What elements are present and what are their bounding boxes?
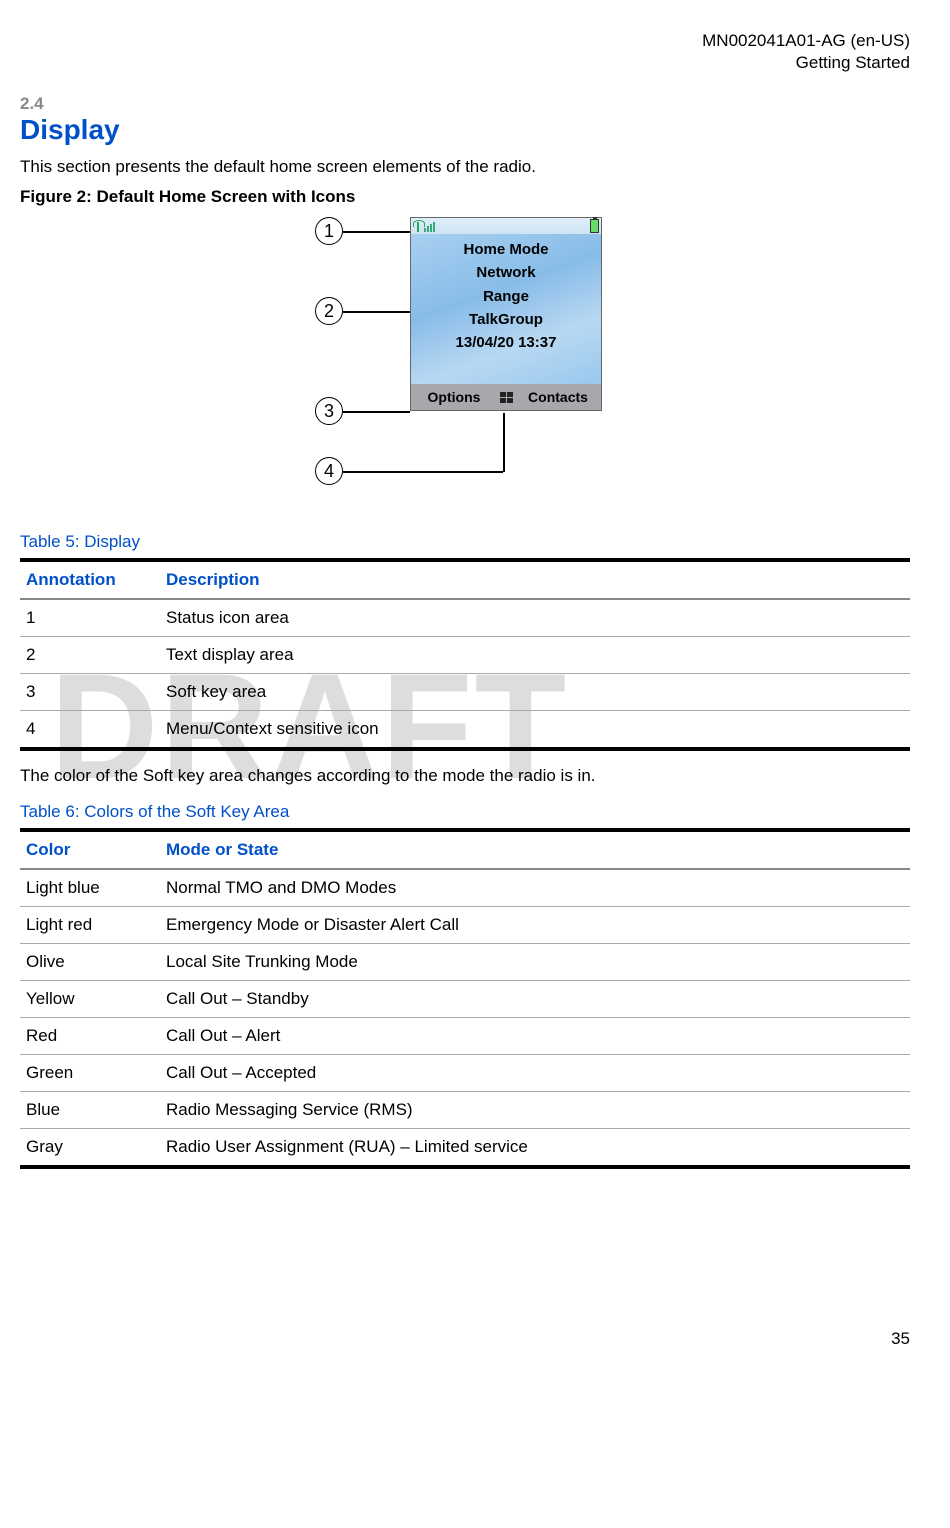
table-row: Light blueNormal TMO and DMO Modes xyxy=(20,869,910,907)
table-row: Light redEmergency Mode or Disaster Aler… xyxy=(20,907,910,944)
table-cell: Emergency Mode or Disaster Alert Call xyxy=(160,907,910,944)
soft-key-left: Options xyxy=(411,389,497,405)
leader-line xyxy=(503,413,505,472)
table-cell: 1 xyxy=(20,599,160,637)
table-row: 4Menu/Context sensitive icon xyxy=(20,711,910,750)
table-cell: Blue xyxy=(20,1092,160,1129)
datetime-label: 13/04/20 13:37 xyxy=(456,331,557,354)
table-row: 1Status icon area xyxy=(20,599,910,637)
callout-4: 4 xyxy=(315,457,343,485)
table-cell: Yellow xyxy=(20,981,160,1018)
leader-line xyxy=(343,311,410,313)
menu-icon xyxy=(497,390,515,404)
table-header: Annotation xyxy=(20,560,160,599)
leader-line xyxy=(343,411,410,413)
table-row: 2Text display area xyxy=(20,637,910,674)
table-row: GrayRadio User Assignment (RUA) – Limite… xyxy=(20,1129,910,1168)
doc-id: MN002041A01-AG (en-US) xyxy=(20,30,910,52)
table-row: GreenCall Out – Accepted xyxy=(20,1055,910,1092)
table-cell: Status icon area xyxy=(160,599,910,637)
status-bar xyxy=(411,218,601,234)
table-cell: Call Out – Alert xyxy=(160,1018,910,1055)
table-cell: Soft key area xyxy=(160,674,910,711)
table-row: OliveLocal Site Trunking Mode xyxy=(20,944,910,981)
table-row: YellowCall Out – Standby xyxy=(20,981,910,1018)
soft-key-right: Contacts xyxy=(515,389,601,405)
figure-caption: Figure 2: Default Home Screen with Icons xyxy=(20,187,910,207)
page-header: MN002041A01-AG (en-US) Getting Started xyxy=(20,30,910,74)
page-number: 35 xyxy=(20,1329,910,1349)
table-5-title: Table 5: Display xyxy=(20,532,910,552)
table-6-title: Table 6: Colors of the Soft Key Area xyxy=(20,802,910,822)
signal-icon xyxy=(413,220,435,232)
table-row: BlueRadio Messaging Service (RMS) xyxy=(20,1092,910,1129)
table-cell: Radio Messaging Service (RMS) xyxy=(160,1092,910,1129)
leader-line xyxy=(343,471,503,473)
figure-2: 1 2 3 4 xyxy=(20,217,910,507)
table-header: Description xyxy=(160,560,910,599)
table-header: Color xyxy=(20,830,160,869)
table-cell: Call Out – Accepted xyxy=(160,1055,910,1092)
table-cell: Text display area xyxy=(160,637,910,674)
battery-icon xyxy=(590,219,599,233)
table-5: Annotation Description 1Status icon area… xyxy=(20,558,910,751)
table-cell: 3 xyxy=(20,674,160,711)
range-label: Range xyxy=(483,285,529,308)
table-row: 3Soft key area xyxy=(20,674,910,711)
network-label: Network xyxy=(476,261,535,284)
table-cell: Menu/Context sensitive icon xyxy=(160,711,910,750)
table-cell: Local Site Trunking Mode xyxy=(160,944,910,981)
table-cell: Gray xyxy=(20,1129,160,1168)
table-row: RedCall Out – Alert xyxy=(20,1018,910,1055)
table-cell: Olive xyxy=(20,944,160,981)
home-mode-label: Home Mode xyxy=(463,238,548,261)
callout-2: 2 xyxy=(315,297,343,325)
table-cell: Red xyxy=(20,1018,160,1055)
table-cell: Light red xyxy=(20,907,160,944)
mid-paragraph: The color of the Soft key area changes a… xyxy=(20,765,910,788)
section-number: 2.4 xyxy=(20,94,910,114)
talkgroup-label: TalkGroup xyxy=(469,308,543,331)
table-cell: 2 xyxy=(20,637,160,674)
table-cell: 4 xyxy=(20,711,160,750)
intro-paragraph: This section presents the default home s… xyxy=(20,156,910,179)
text-display-area: Home Mode Network Range TalkGroup 13/04/… xyxy=(411,234,601,384)
callout-3: 3 xyxy=(315,397,343,425)
callout-1: 1 xyxy=(315,217,343,245)
chapter-name: Getting Started xyxy=(20,52,910,74)
table-6: Color Mode or State Light blueNormal TMO… xyxy=(20,828,910,1169)
section-title: Display xyxy=(20,114,910,146)
table-cell: Call Out – Standby xyxy=(160,981,910,1018)
table-cell: Green xyxy=(20,1055,160,1092)
soft-key-bar: Options Contacts xyxy=(411,384,601,410)
table-cell: Light blue xyxy=(20,869,160,907)
leader-line xyxy=(343,231,410,233)
table-cell: Normal TMO and DMO Modes xyxy=(160,869,910,907)
table-cell: Radio User Assignment (RUA) – Limited se… xyxy=(160,1129,910,1168)
phone-mockup: Home Mode Network Range TalkGroup 13/04/… xyxy=(410,217,602,411)
table-header: Mode or State xyxy=(160,830,910,869)
